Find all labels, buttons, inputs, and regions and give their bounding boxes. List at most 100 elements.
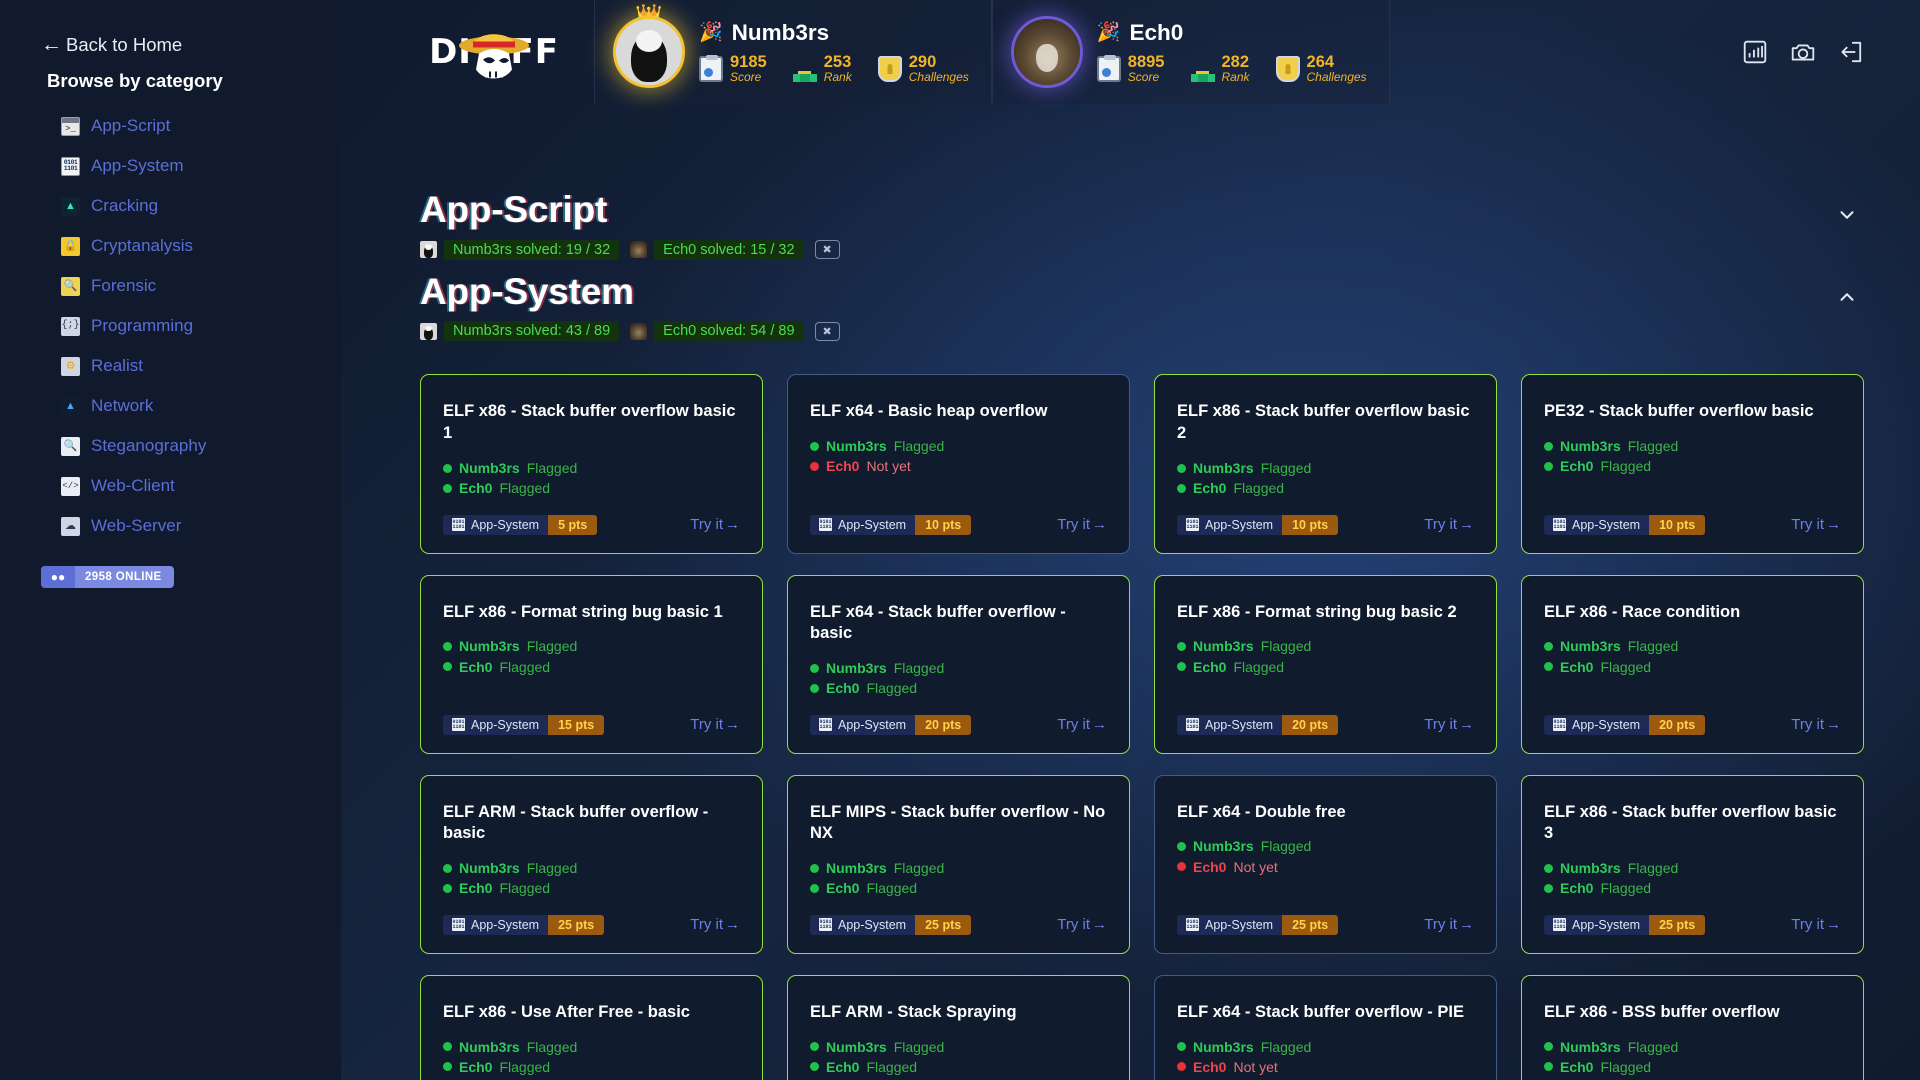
sidebar-item-network[interactable]: ▲ Network xyxy=(0,386,341,426)
try-it-link[interactable]: Try it → xyxy=(690,716,740,733)
logout-icon[interactable] xyxy=(1838,39,1864,65)
challenge-status: Numb3rs Flagged Ech0 Flagged xyxy=(443,858,740,899)
status-state: Flagged xyxy=(866,680,918,697)
challenge-card[interactable]: ELF MIPS - Stack buffer overflow - No NX… xyxy=(787,774,1130,954)
try-it-link[interactable]: Try it → xyxy=(1791,516,1841,533)
try-it-link[interactable]: Try it → xyxy=(1057,716,1107,733)
challenge-status: Numb3rs Flagged Ech0 Flagged xyxy=(810,658,1107,699)
profile-numb3rs[interactable]: 👑 🎉 Numb3rs 9185Score 253Rank 290Challenges xyxy=(594,0,992,104)
avatar-wrapper[interactable] xyxy=(1010,16,1083,88)
sidebar-item-steganography[interactable]: 🔍 Steganography xyxy=(0,426,341,466)
challenge-card[interactable]: ELF x64 - Double free Numb3rs Flagged Ech0 N… xyxy=(1154,774,1497,954)
status-user: Numb3rs xyxy=(826,438,887,455)
stats-icon[interactable] xyxy=(1742,39,1768,65)
sidebar-item-app-system[interactable]: 0101 1101 App-System xyxy=(0,146,341,186)
challenge-card[interactable]: ELF x64 - Stack buffer overflow - PIE Num… xyxy=(1154,974,1497,1080)
try-it-link[interactable]: Try it → xyxy=(1057,916,1107,933)
header-action-icons xyxy=(1742,39,1920,65)
site-logo[interactable]: DI FF xyxy=(429,8,558,96)
sidebar-item-label: Cracking xyxy=(91,196,159,215)
challenge-title: ELF x64 - Stack buffer overflow - basic xyxy=(810,602,1066,643)
sidebar-item-cracking[interactable]: ▲ Cracking xyxy=(0,186,341,226)
status-dot-icon xyxy=(810,663,819,673)
challenge-status: Numb3rs Flagged Ech0 Flagged xyxy=(810,858,1107,899)
challenge-card[interactable]: ELF ARM - Stack buffer overflow - basic N… xyxy=(420,774,763,954)
try-it-link[interactable]: Try it → xyxy=(1791,716,1841,733)
status-user: Ech0 xyxy=(1560,1058,1594,1075)
challenge-card[interactable]: ELF ARM - Stack Spraying Numb3rs Flagged Ec… xyxy=(787,974,1130,1080)
challenge-title: ELF x64 - Basic heap overflow xyxy=(810,402,1048,421)
challenge-footer: 0101 1101 App-System 10 pts Try it → xyxy=(1544,514,1841,535)
stat-value: 9185 xyxy=(730,52,767,71)
try-it-link[interactable]: Try it → xyxy=(1791,916,1841,933)
challenge-card[interactable]: ELF x64 - Stack buffer overflow - basic N… xyxy=(787,574,1130,754)
section-header[interactable]: App-System Numb3rs solved: 43 / 89 Ech0 so… xyxy=(420,271,1864,342)
sidebar-item-label: Network xyxy=(91,396,154,415)
sidebar-item-web-server[interactable]: ☁ Web-Server xyxy=(0,506,341,546)
status-user: Ech0 xyxy=(1560,458,1594,475)
challenge-title: ELF ARM - Stack Spraying xyxy=(810,1002,1017,1021)
clear-filter-icon[interactable]: ✖ xyxy=(814,240,840,260)
challenge-card[interactable]: ELF x86 - Stack buffer overflow basic 3 N… xyxy=(1521,774,1864,954)
challenge-card[interactable]: ELF x86 - Format string bug basic 1 Numb3… xyxy=(420,574,763,754)
section-header[interactable]: App-Script Numb3rs solved: 19 / 32 Ech0 so… xyxy=(420,189,1864,260)
stegano-icon: 🔍 xyxy=(61,436,80,456)
points-badge: 10 pts xyxy=(915,514,972,535)
chevron-up-icon[interactable] xyxy=(1830,280,1864,314)
avatar-wrapper[interactable]: 👑 xyxy=(613,5,685,88)
challenge-card[interactable]: ELF x86 - Stack buffer overflow basic 1 N… xyxy=(420,374,763,554)
challenge-footer: 0101 1101 App-System 20 pts Try it → xyxy=(810,714,1107,735)
try-it-link[interactable]: Try it → xyxy=(690,916,740,933)
binary-icon: 0101 1101 xyxy=(61,156,80,176)
status-state: Flagged xyxy=(893,660,945,677)
status-user: Ech0 xyxy=(1193,858,1227,875)
profile-ech0[interactable]: 🎉 Ech0 8895 Score 282 Rank 264 Challenges xyxy=(991,0,1390,104)
section-solved-stats: Numb3rs solved: 19 / 32 Ech0 solved: 15 /… xyxy=(420,239,1830,260)
status-dot-icon xyxy=(443,662,452,672)
status-user: Numb3rs xyxy=(826,860,887,877)
try-it-link[interactable]: Try it → xyxy=(1424,516,1474,533)
sidebar-item-forensic[interactable]: 🔍 Forensic xyxy=(0,266,341,306)
sidebar-item-cryptanalysis[interactable]: 🔒 Cryptanalysis xyxy=(0,226,341,266)
section-title: App-Script xyxy=(420,189,608,230)
browse-by-category-title: Browse by category xyxy=(47,70,223,91)
stat-label: Challenges xyxy=(1306,70,1367,85)
sidebar-item-web-client[interactable]: </> Web-Client xyxy=(0,466,341,506)
sidebar-item-programming[interactable]: {;} Programming xyxy=(0,306,341,346)
category-tag-label: App-System xyxy=(838,517,907,532)
challenge-title: ELF x86 - Race condition xyxy=(1544,602,1741,621)
try-it-link[interactable]: Try it → xyxy=(1057,516,1107,533)
challenge-card[interactable]: ELF x86 - Format string bug basic 2 Numb3… xyxy=(1154,574,1497,754)
challenge-footer: 0101 1101 App-System 15 pts Try it → xyxy=(443,714,740,735)
sidebar-item-app-script[interactable]: >_ App-Script xyxy=(0,106,341,146)
camera-icon[interactable] xyxy=(1790,39,1816,65)
challenge-card[interactable]: ELF x64 - Basic heap overflow Numb3rs Flag… xyxy=(787,374,1130,554)
chevron-down-icon[interactable] xyxy=(1830,198,1864,232)
status-state: Flagged xyxy=(1260,459,1312,476)
challenge-tags: 0101 1101 App-System 10 pts xyxy=(1544,514,1706,535)
sidebar-item-realist[interactable]: ⚙ Realist xyxy=(0,346,341,386)
discord-online-badge[interactable]: ●● 2958 ONLINE xyxy=(41,566,174,588)
challenge-card[interactable]: PE32 - Stack buffer overflow basic Numb3r… xyxy=(1521,374,1864,554)
challenge-footer: 0101 1101 App-System 20 pts Try it → xyxy=(1544,714,1841,735)
status-user: Numb3rs xyxy=(1560,860,1621,877)
try-it-link[interactable]: Try it → xyxy=(690,516,740,533)
mini-avatar xyxy=(420,241,437,259)
solved-count: Ech0 solved: 15 / 32 xyxy=(654,239,804,260)
challenge-card[interactable]: ELF x86 - Race condition Numb3rs Flagged Ec… xyxy=(1521,574,1864,754)
challenge-card[interactable]: ELF x86 - Use After Free - basic Numb3rs F… xyxy=(420,974,763,1080)
status-state: Flagged xyxy=(893,1038,945,1055)
category-tag-label: App-System xyxy=(471,717,540,732)
sidebar-item-label: App-Script xyxy=(91,116,171,135)
back-to-home-link[interactable]: ← Back to Home xyxy=(41,34,341,56)
try-it-link[interactable]: Try it → xyxy=(1424,916,1474,933)
challenge-card[interactable]: ELF x86 - BSS buffer overflow Numb3rs Flag… xyxy=(1521,974,1864,1080)
status-row-ech0: Ech0 Flagged xyxy=(810,678,1107,698)
right-arrow-icon: → xyxy=(1826,716,1841,734)
sidebar-item-label: Programming xyxy=(91,316,194,335)
challenge-tags: 0101 1101 App-System 25 pts xyxy=(1544,914,1706,935)
challenge-card[interactable]: ELF x86 - Stack buffer overflow basic 2 N… xyxy=(1154,374,1497,554)
clear-filter-icon[interactable]: ✖ xyxy=(814,321,840,341)
try-it-link[interactable]: Try it → xyxy=(1424,716,1474,733)
status-state: Flagged xyxy=(526,1038,578,1055)
